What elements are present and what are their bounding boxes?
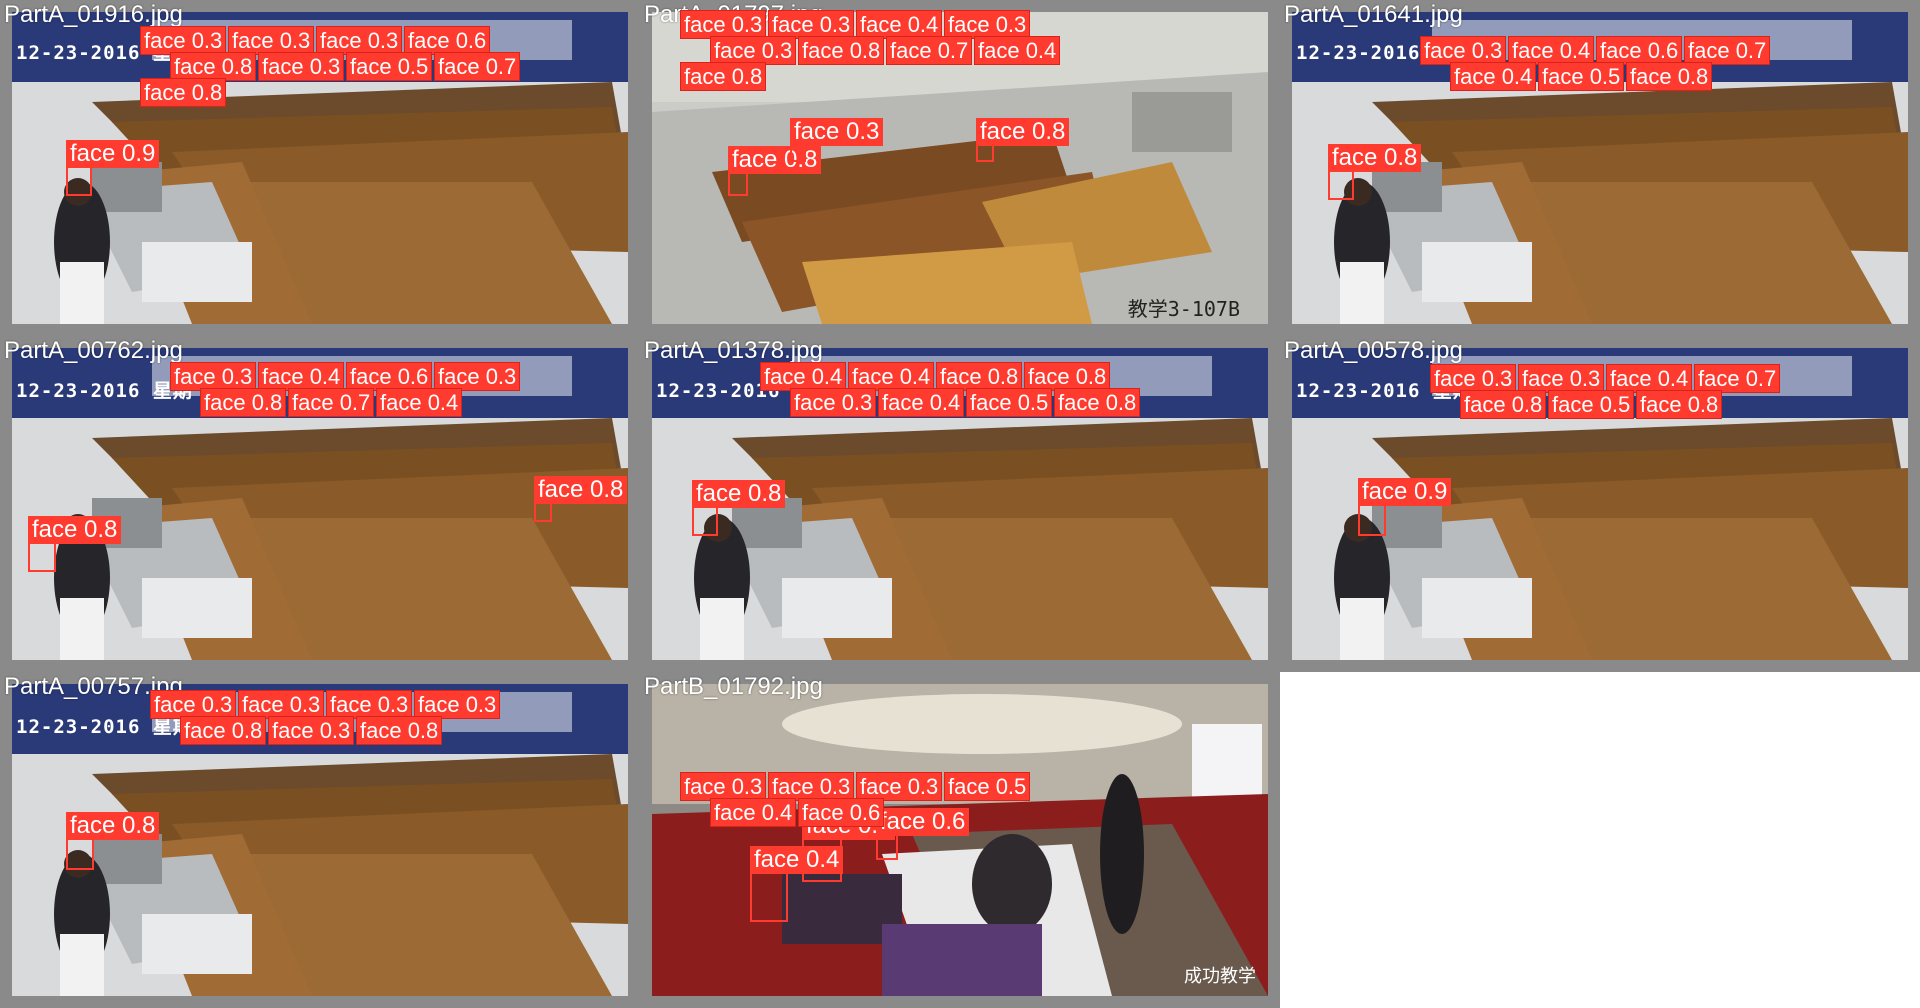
face-label: face 0.9 <box>66 140 160 168</box>
face-box: face 0.8 <box>66 812 160 870</box>
face-label: face 0.9 <box>1358 478 1452 506</box>
tile-2: PartA_01797.jpg 教学3-107B face 0.8 face 0… <box>640 0 1280 336</box>
room-label: 教学3-107B <box>1127 297 1240 321</box>
face-label: face 0.6 <box>876 808 970 836</box>
face-box: face 0.9 <box>66 140 160 196</box>
face-box: face 0.4 <box>750 846 844 922</box>
face-box: face 0.8 <box>692 480 786 536</box>
tile-filename: PartA_00578.jpg <box>1284 337 1463 364</box>
face-box: face 0.6 <box>876 808 970 860</box>
face-box: face 0.3 <box>790 118 884 162</box>
face-label: face 0.8 <box>692 480 786 508</box>
detection-mosaic: PartA_01916.jpg 12-23-2016 星期 face 0.9 f… <box>0 0 1920 1008</box>
face-label: face 0.8 <box>728 146 822 174</box>
face-label: face 0.8 <box>28 516 122 544</box>
timestamp-overlay: 12-23-2016 星期 <box>16 716 193 738</box>
face-box: face 0.4 <box>802 812 896 882</box>
timestamp-overlay: 12-23-2016 星期 <box>16 42 193 64</box>
face-label: face 0.3 <box>790 118 884 146</box>
tile-filename: PartA_00757.jpg <box>4 673 183 700</box>
face-label: face 0.8 <box>534 476 628 504</box>
face-label: face 0.8 <box>1328 144 1422 172</box>
tile-1: PartA_01916.jpg 12-23-2016 星期 face 0.9 f… <box>0 0 640 336</box>
watermark: 成功教学 <box>1184 966 1256 987</box>
tile-filename: PartA_01916.jpg <box>4 1 183 28</box>
tile-8: PartB_01792.jpg 成功教学 face 0.4 face 0.4 f… <box>640 672 1280 1008</box>
face-box: face 0.8 <box>728 146 822 196</box>
face-label: face 0.8 <box>976 118 1070 146</box>
face-box: face 0.8 <box>28 516 122 572</box>
face-box: face 0.8 <box>976 118 1070 162</box>
face-box: face 0.8 <box>1328 144 1422 200</box>
timestamp-overlay: 12-23-2016 星期 <box>656 380 833 402</box>
tile-filename: PartA_01378.jpg <box>644 337 823 364</box>
tile-filename: PartA_00762.jpg <box>4 337 183 364</box>
timestamp-overlay: 12-23-2016 星期 <box>16 380 193 402</box>
timestamp-overlay: 12-23-2016 星期 <box>1296 380 1473 402</box>
tile-5: PartA_01378.jpg 12-23-2016 星期 face 0.8 f… <box>640 336 1280 672</box>
tile-6: PartA_00578.jpg 12-23-2016 星期 face 0.9 f… <box>1280 336 1920 672</box>
tile-filename: PartB_01792.jpg <box>644 673 823 700</box>
face-box: face 0.8 <box>534 476 628 522</box>
conference-photo <box>652 684 1268 996</box>
timestamp-overlay: 12-23-2016 星期 <box>1296 42 1473 64</box>
tile-filename: PartA_01797.jpg <box>644 1 823 28</box>
tile-7: PartA_00757.jpg 12-23-2016 星期 face 0.8 f… <box>0 672 640 1008</box>
face-label: face 0.8 <box>66 812 160 840</box>
face-box: face 0.9 <box>1358 478 1452 536</box>
tile-3: PartA_01641.jpg 12-23-2016 星期 face 0.8 f… <box>1280 0 1920 336</box>
tile-filename: PartA_01641.jpg <box>1284 1 1463 28</box>
empty-cell <box>1280 672 1920 1008</box>
tile-4: PartA_00762.jpg 12-23-2016 星期 face 0.8 f… <box>0 336 640 672</box>
